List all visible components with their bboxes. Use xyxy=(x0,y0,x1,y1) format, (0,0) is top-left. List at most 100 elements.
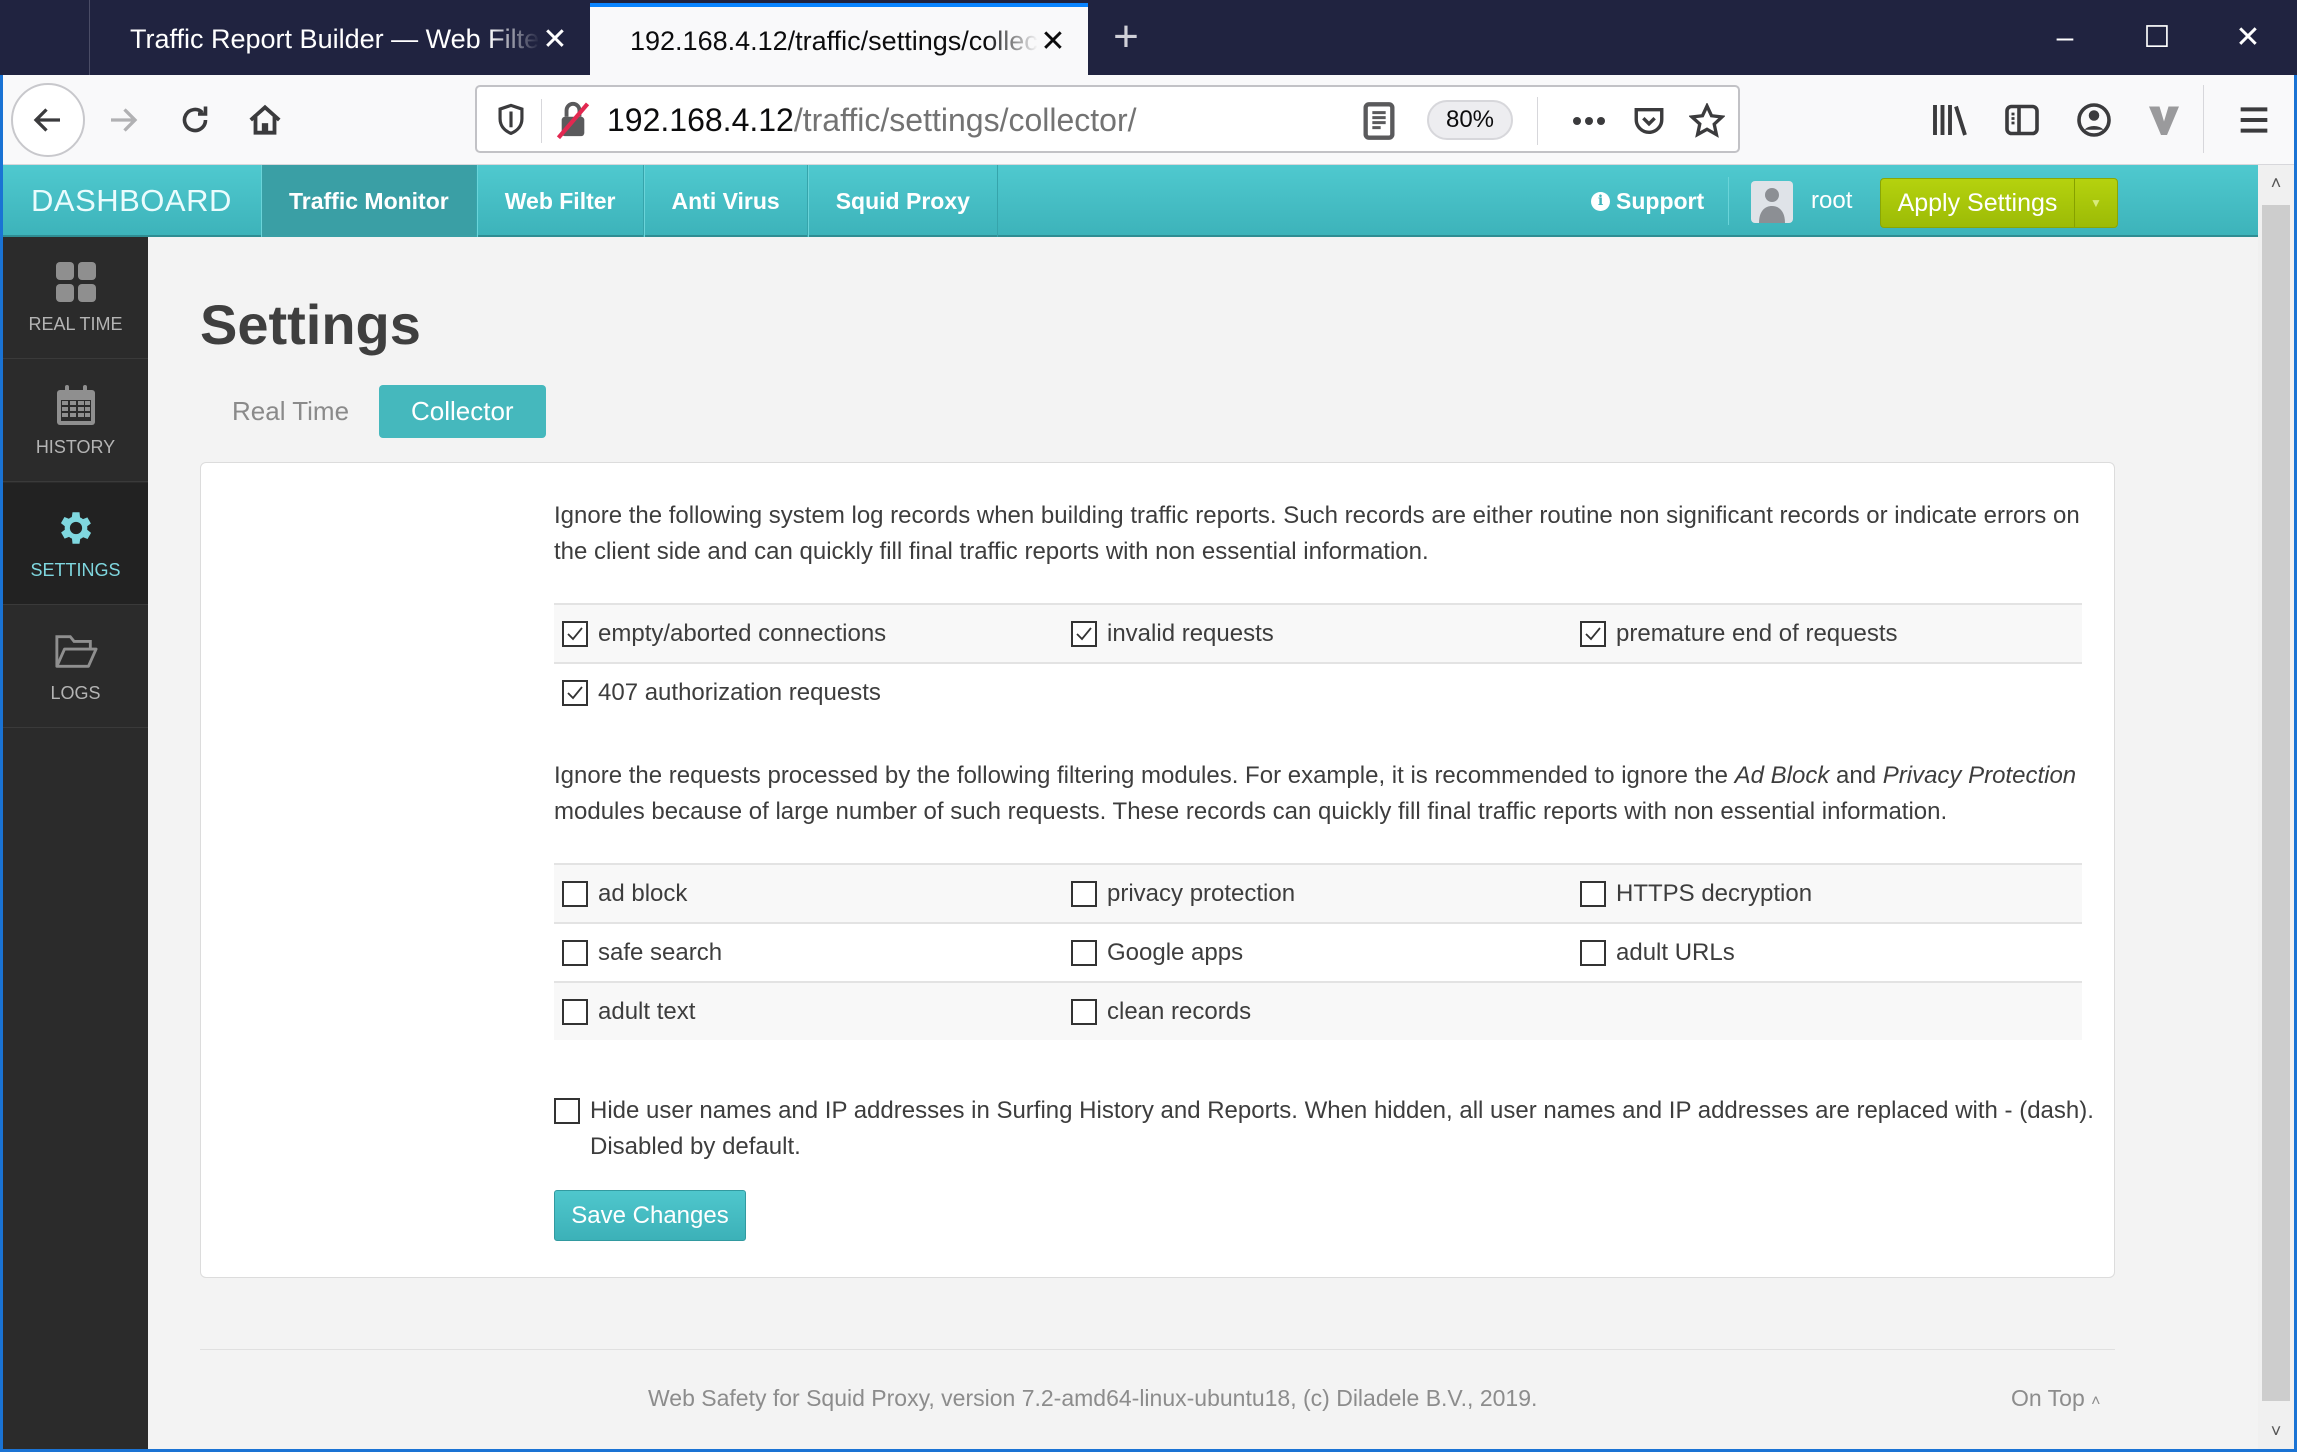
checkbox-premature-end-of-requests[interactable]: premature end of requests xyxy=(1572,620,2081,648)
info-icon: i xyxy=(1591,191,1610,211)
forward-arrow-icon[interactable] xyxy=(93,90,153,150)
maximize-icon[interactable]: ☐ xyxy=(2127,10,2187,65)
hamburger-menu-icon[interactable] xyxy=(2229,95,2279,145)
checkbox-label: adult text xyxy=(598,997,696,1025)
divider xyxy=(1537,97,1538,145)
tab-real-time[interactable]: Real Time xyxy=(200,385,381,438)
close-tab-icon[interactable]: ✕ xyxy=(1038,24,1068,59)
browser-tab-traffic-report[interactable]: Traffic Report Builder — Web Filter for … xyxy=(90,3,590,75)
divider xyxy=(1728,177,1729,225)
tab-title: 192.168.4.12/traffic/settings/collector/ xyxy=(630,25,1038,56)
back-arrow-icon[interactable] xyxy=(11,83,85,157)
scroll-down-arrow-icon[interactable]: ˅ xyxy=(2258,1413,2294,1449)
library-icon[interactable] xyxy=(1925,95,1975,145)
checkbox-unchecked[interactable] xyxy=(1071,939,1097,966)
browser-tab-collector[interactable]: 192.168.4.12/traffic/settings/collector/… xyxy=(590,3,1088,75)
checkbox-privacy-protection[interactable]: privacy protection xyxy=(1063,880,1572,908)
checkbox-label: empty/aborted connections xyxy=(598,619,887,647)
window-close-icon[interactable]: ✕ xyxy=(2218,10,2278,65)
user-avatar-icon[interactable] xyxy=(1751,181,1793,223)
app-header: DASHBOARD Traffic Monitor Web Filter Ant… xyxy=(3,165,2258,237)
on-top-link[interactable]: On Top ˄ xyxy=(2011,1385,2100,1412)
scroll-up-arrow-icon[interactable]: ˄ xyxy=(2258,165,2294,201)
sidebar-item-logs[interactable]: LOGS xyxy=(3,606,148,728)
apply-dropdown-caret-icon[interactable]: ▼ xyxy=(2075,179,2117,227)
pocket-icon[interactable] xyxy=(1627,99,1671,143)
checkbox-unchecked[interactable] xyxy=(1071,998,1097,1025)
checkbox-https-decryption[interactable]: HTTPS decryption xyxy=(1572,880,2081,908)
chevron-up-icon: ˄ xyxy=(2091,1393,2101,1410)
checkbox-invalid-requests[interactable]: invalid requests xyxy=(1063,620,1572,648)
reload-icon[interactable] xyxy=(165,90,225,150)
checkbox-label: ad block xyxy=(598,879,688,907)
more-actions-icon[interactable] xyxy=(1567,99,1611,143)
apply-settings-button-group: Apply Settings ▼ xyxy=(1880,178,2118,228)
tab-title: Traffic Report Builder — Web Filter for … xyxy=(130,23,540,54)
reader-view-icon[interactable] xyxy=(1362,101,1398,141)
save-changes-button[interactable]: Save Changes xyxy=(554,1190,746,1241)
checkbox-clean-records[interactable]: clean records xyxy=(1063,998,1572,1026)
sidebar-item-history[interactable]: HISTORY xyxy=(3,360,148,482)
zoom-level-badge[interactable]: 80% xyxy=(1427,100,1513,140)
checkbox-label: 407 authorization requests xyxy=(598,678,881,706)
dashboard-grid-icon xyxy=(54,260,98,304)
checkbox-unchecked[interactable] xyxy=(1580,880,1606,907)
checkbox-unchecked[interactable] xyxy=(562,939,588,966)
account-icon[interactable] xyxy=(2069,95,2119,145)
checkbox-hide-user-names[interactable]: Hide user names and IP addresses in Surf… xyxy=(554,1093,2094,1165)
checkbox-checked[interactable] xyxy=(1071,620,1097,647)
desc-emphasis-privacy-protection: Privacy Protection xyxy=(1882,762,2077,789)
sidebar-item-label: LOGS xyxy=(50,683,101,703)
url-text[interactable]: 192.168.4.12/traffic/settings/collector/ xyxy=(607,97,1137,143)
tracking-shield-icon[interactable] xyxy=(491,99,531,141)
checkbox-unchecked[interactable] xyxy=(554,1098,580,1124)
checkbox-checked[interactable] xyxy=(1580,620,1606,647)
bookmark-star-icon[interactable] xyxy=(1685,99,1729,143)
insecure-lock-icon[interactable] xyxy=(553,99,595,141)
minimize-icon[interactable]: – xyxy=(2035,10,2095,65)
checkbox-407-authorization-requests[interactable]: 407 authorization requests xyxy=(554,679,1063,707)
url-path: /traffic/settings/collector/ xyxy=(793,102,1137,138)
checkbox-label: safe search xyxy=(598,938,723,966)
system-records-grid: empty/aborted connections invalid reques… xyxy=(554,603,2082,721)
checkbox-empty-aborted-connections[interactable]: empty/aborted connections xyxy=(554,620,1063,648)
checkbox-checked[interactable] xyxy=(562,620,588,647)
sidebar-item-label: REAL TIME xyxy=(28,314,123,334)
checkbox-unchecked[interactable] xyxy=(562,880,588,907)
extension-v-icon[interactable] xyxy=(2139,95,2189,145)
checkbox-safe-search[interactable]: safe search xyxy=(554,939,1063,967)
nav-traffic-monitor[interactable]: Traffic Monitor xyxy=(261,165,477,237)
checkbox-row: adult text clean records xyxy=(554,981,2082,1040)
tab-collector[interactable]: Collector xyxy=(379,385,546,438)
folder-open-icon xyxy=(54,629,98,673)
checkbox-checked[interactable] xyxy=(562,679,588,706)
url-bar[interactable]: 192.168.4.12/traffic/settings/collector/… xyxy=(475,85,1740,153)
support-link[interactable]: i Support xyxy=(1591,165,1704,237)
on-top-label: On Top xyxy=(2011,1385,2085,1411)
dashboard-brand-link[interactable]: DASHBOARD xyxy=(31,165,232,237)
nav-anti-virus[interactable]: Anti Virus xyxy=(643,165,808,237)
nav-squid-proxy[interactable]: Squid Proxy xyxy=(807,165,998,237)
username-link[interactable]: root xyxy=(1811,165,1852,237)
checkbox-label: clean records xyxy=(1107,997,1252,1025)
apply-settings-button[interactable]: Apply Settings xyxy=(1881,179,2075,227)
scrollbar-thumb[interactable] xyxy=(2262,205,2290,1401)
checkbox-google-apps[interactable]: Google apps xyxy=(1063,939,1572,967)
tab-strip-lead xyxy=(0,0,90,75)
checkbox-unchecked[interactable] xyxy=(562,998,588,1025)
checkbox-adult-urls[interactable]: adult URLs xyxy=(1572,939,2081,967)
checkbox-unchecked[interactable] xyxy=(1580,939,1606,966)
checkbox-label: privacy protection xyxy=(1107,879,1296,907)
home-icon[interactable] xyxy=(235,90,295,150)
desc-text: modules because of large number of such … xyxy=(554,798,1948,825)
checkbox-adult-text[interactable]: adult text xyxy=(554,998,1063,1026)
sidebar-toggle-icon[interactable] xyxy=(1997,95,2047,145)
vertical-scrollbar[interactable]: ˄ ˅ xyxy=(2258,165,2294,1449)
checkbox-ad-block[interactable]: ad block xyxy=(554,880,1063,908)
sidebar-item-real-time[interactable]: REAL TIME xyxy=(3,237,148,359)
sidebar-item-settings[interactable]: SETTINGS xyxy=(3,483,148,605)
new-tab-plus-icon[interactable]: + xyxy=(1105,12,1147,62)
nav-web-filter[interactable]: Web Filter xyxy=(476,165,644,237)
close-tab-icon[interactable]: ✕ xyxy=(540,22,570,57)
checkbox-unchecked[interactable] xyxy=(1071,880,1097,907)
